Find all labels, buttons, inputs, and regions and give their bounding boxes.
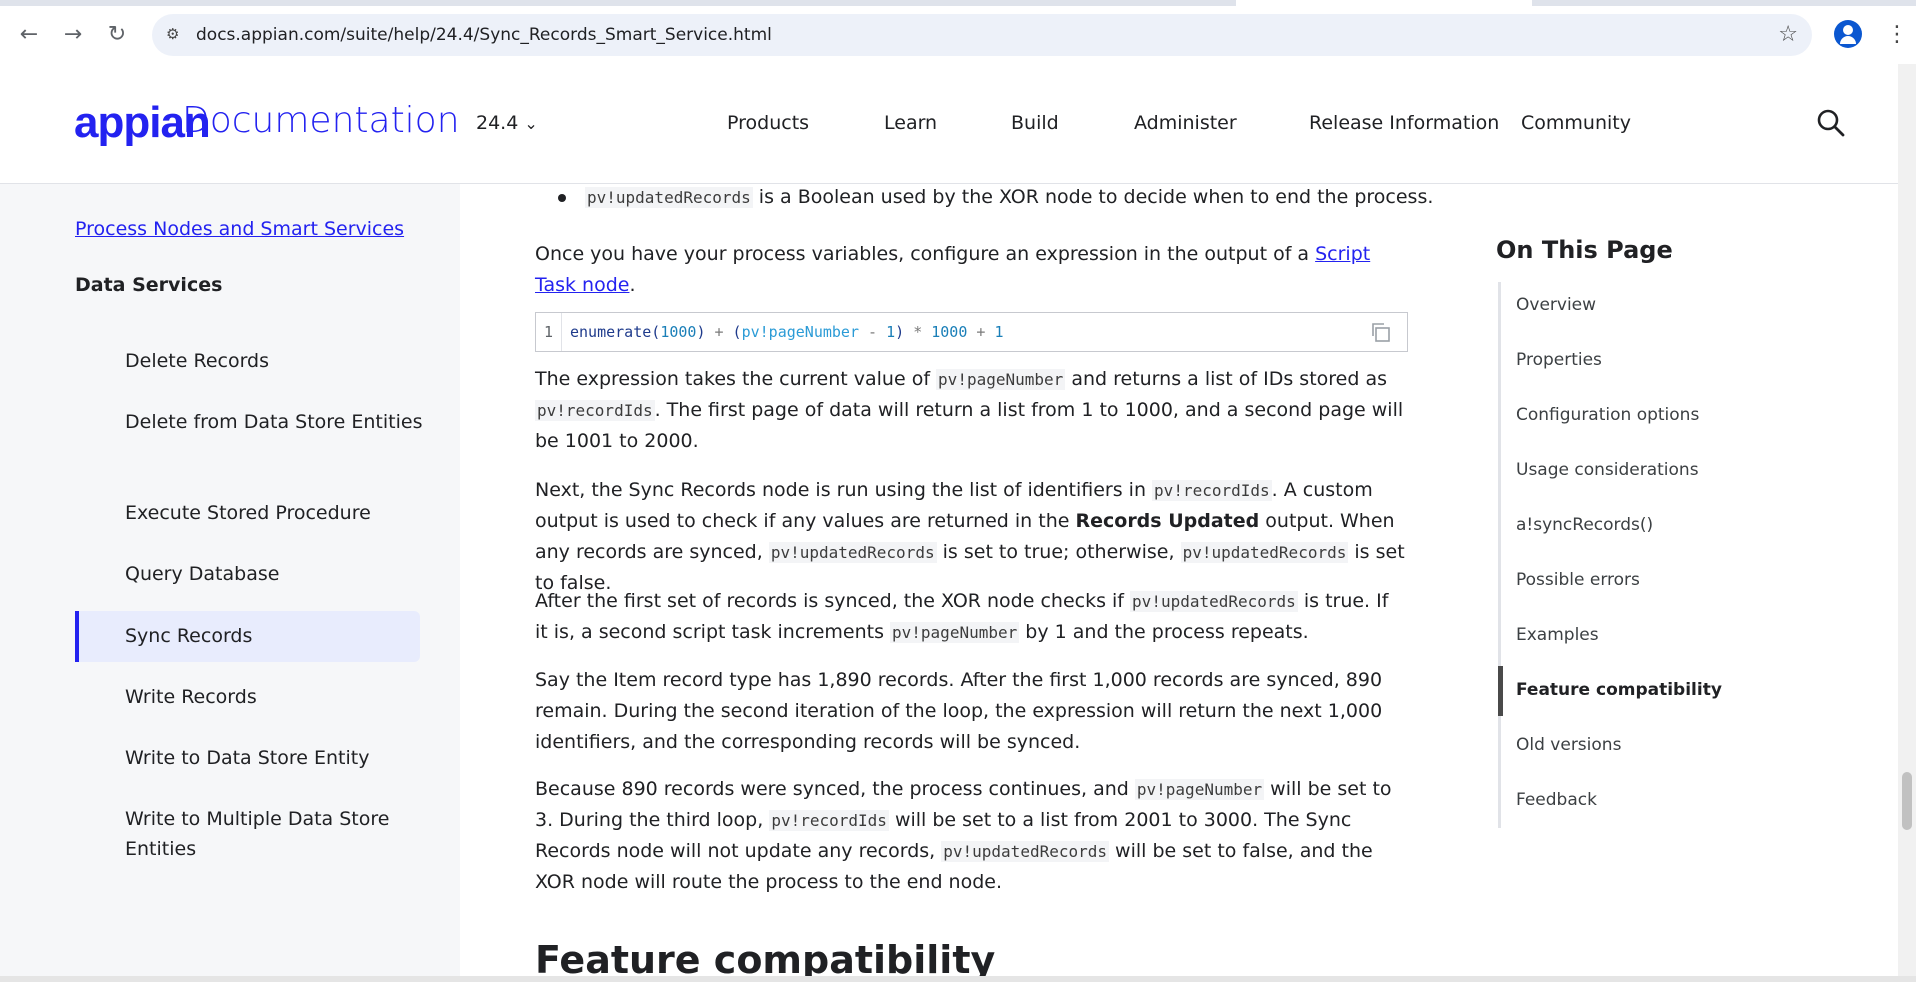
copy-icon[interactable] (1369, 321, 1391, 343)
inline-code: pv!updatedRecords (585, 187, 753, 208)
site-settings-icon[interactable]: ⚙ (166, 25, 186, 45)
sidebar-item-write-to-multiple-data-store-entities[interactable]: Write to Multiple Data Store Entities (125, 804, 425, 864)
toc-item-configuration-options[interactable]: Configuration options (1516, 405, 1699, 425)
code-line-number: 1 (536, 313, 562, 351)
inline-code: pv!recordIds (535, 400, 655, 421)
code-num: 1000 (931, 323, 968, 341)
version-selector[interactable]: 24.4 ⌄ (476, 112, 538, 134)
toc-item-feature-compatibility[interactable]: Feature compatibility (1516, 680, 1722, 700)
paragraph-6: Because 890 records were synced, the pro… (535, 774, 1405, 898)
toc-item-possible-errors[interactable]: Possible errors (1516, 570, 1640, 590)
chevron-down-icon: ⌄ (524, 114, 538, 133)
toc-active-indicator (1498, 666, 1503, 716)
address-bar[interactable]: ⚙ docs.appian.com/suite/help/24.4/Sync_R… (152, 14, 1812, 56)
horizontal-scrollbar[interactable] (0, 976, 1916, 982)
nav-learn[interactable]: Learn (884, 112, 937, 134)
paragraph-text: Because 890 records were synced, the pro… (535, 778, 1135, 800)
toc-title: On This Page (1496, 236, 1673, 264)
search-icon[interactable] (1816, 108, 1846, 138)
toc-item-usage-considerations[interactable]: Usage considerations (1516, 460, 1699, 480)
nav-administer[interactable]: Administer (1134, 112, 1237, 134)
code-op: + (714, 323, 724, 341)
active-tab[interactable] (1236, 0, 1532, 6)
code-op: * (913, 323, 923, 341)
toc-item-examples[interactable]: Examples (1516, 625, 1599, 645)
code-block: 1 enumerate(1000) + (pv!pageNumber - 1) … (535, 312, 1408, 352)
paragraph-text: After the first set of records is synced… (535, 590, 1131, 612)
sidebar-item-execute-stored-procedure[interactable]: Execute Stored Procedure (125, 498, 425, 528)
left-sidebar: Process Nodes and Smart Services Data Se… (0, 184, 460, 976)
toc-item-a-syncrecords[interactable]: a!syncRecords() (1516, 515, 1653, 535)
browser-menu-icon[interactable]: ⋮ (1886, 22, 1908, 47)
inline-code: pv!recordIds (1152, 480, 1272, 501)
bullet-text: is a Boolean used by the XOR node to dec… (752, 186, 1434, 208)
forward-arrow-icon[interactable]: → (58, 20, 88, 50)
toc-item-feedback[interactable]: Feedback (1516, 790, 1597, 810)
bullet-dot (558, 194, 566, 202)
paragraph-text: . The first page of data will return a l… (535, 399, 1404, 452)
paragraph-4: After the first set of records is synced… (535, 586, 1405, 648)
profile-avatar-icon[interactable] (1834, 20, 1862, 48)
tab-strip (0, 0, 1916, 6)
sidebar-item-query-database[interactable]: Query Database (125, 559, 425, 589)
version-label: 24.4 (476, 112, 519, 134)
sidebar-item-write-to-data-store-entity[interactable]: Write to Data Store Entity (125, 743, 425, 773)
code-fn: enumerate (570, 323, 652, 341)
toc-item-old-versions[interactable]: Old versions (1516, 735, 1621, 755)
sidebar-parent-link[interactable]: Process Nodes and Smart Services (75, 218, 404, 240)
code-line[interactable]: enumerate(1000) + (pv!pageNumber - 1) * … (570, 313, 1004, 351)
feature-compatibility-heading: Feature compatibility (535, 938, 996, 976)
bullet-item: pv!updatedRecords is a Boolean used by t… (585, 184, 1445, 213)
sidebar-item-delete-records[interactable]: Delete Records (125, 346, 425, 376)
inline-code: pv!updatedRecords (1130, 591, 1298, 612)
inline-code: pv!recordIds (769, 810, 889, 831)
site-header: appian Documentation 24.4 ⌄ Products Lea… (0, 64, 1898, 184)
nav-products[interactable]: Products (727, 112, 809, 134)
documentation-logo-text[interactable]: Documentation (182, 100, 460, 141)
paragraph-text: . (629, 274, 636, 296)
inline-code: pv!pageNumber (936, 369, 1066, 390)
paragraph-text: The expression takes the current value o… (535, 368, 937, 390)
toc-rail (1498, 282, 1501, 828)
code-op: - (868, 323, 878, 341)
paragraph-3: Next, the Sync Records node is run using… (535, 475, 1405, 599)
inline-code: pv!updatedRecords (1180, 542, 1349, 563)
browser-chrome: ← → ↻ ⚙ docs.appian.com/suite/help/24.4/… (0, 0, 1916, 64)
inline-code: pv!updatedRecords (941, 841, 1110, 862)
paragraph-5: Say the Item record type has 1,890 recor… (535, 669, 1383, 753)
paragraph-text: is set to true; otherwise, (936, 541, 1181, 563)
paragraph-2: The expression takes the current value o… (535, 364, 1405, 457)
reload-icon[interactable]: ↻ (102, 20, 132, 50)
paragraph-text: Next, the Sync Records node is run using… (535, 479, 1153, 501)
paragraph-text: and returns a list of IDs stored as (1065, 368, 1387, 390)
code-num: 1 (994, 323, 1004, 341)
main-content: pv!updatedRecords is a Boolean used by t… (460, 184, 1460, 976)
sidebar-item-write-records[interactable]: Write Records (125, 682, 425, 712)
inline-code: pv!pageNumber (890, 622, 1020, 643)
back-arrow-icon[interactable]: ← (14, 20, 44, 50)
paragraph-1: Once you have your process variables, co… (535, 239, 1405, 301)
nav-build[interactable]: Build (1011, 112, 1059, 134)
paragraph-text: Once you have your process variables, co… (535, 243, 1316, 265)
toc-item-properties[interactable]: Properties (1516, 350, 1602, 370)
code-num: 1 (886, 323, 896, 341)
code-op: + (976, 323, 986, 341)
inline-code: pv!pageNumber (1134, 779, 1265, 800)
bookmark-star-icon[interactable]: ☆ (1778, 22, 1798, 47)
vertical-scrollbar[interactable] (1898, 64, 1916, 976)
bold-text: Records Updated (1075, 510, 1260, 532)
sidebar-item-delete-from-data-store-entities[interactable]: Delete from Data Store Entities (125, 407, 425, 437)
sidebar-section-title: Data Services (75, 274, 223, 296)
inline-code: pv!updatedRecords (768, 542, 937, 563)
scrollbar-thumb[interactable] (1902, 772, 1912, 830)
url-text[interactable]: docs.appian.com/suite/help/24.4/Sync_Rec… (196, 25, 772, 45)
nav-release-information[interactable]: Release Information (1309, 112, 1499, 134)
toc-item-overview[interactable]: Overview (1516, 295, 1596, 315)
nav-community[interactable]: Community (1521, 112, 1631, 134)
sidebar-item-sync-records[interactable]: Sync Records (125, 621, 425, 651)
code-num: 1000 (660, 323, 697, 341)
code-var: pv!pageNumber (741, 323, 859, 341)
paragraph-text: by 1 and the process repeats. (1019, 621, 1309, 643)
